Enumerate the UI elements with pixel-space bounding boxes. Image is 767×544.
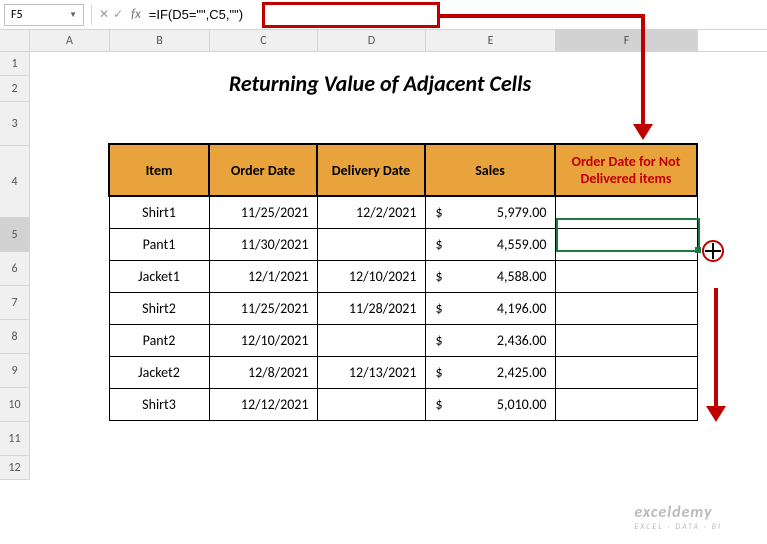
cell-sales[interactable]: $2,436.00	[425, 324, 555, 356]
cell-result[interactable]	[555, 260, 697, 292]
row-header-4[interactable]: 4	[0, 146, 30, 218]
data-table: Item Order Date Delivery Date Sales Orde…	[108, 143, 698, 421]
col-header-E[interactable]: E	[426, 30, 556, 51]
row-header-6[interactable]: 6	[0, 252, 30, 286]
row-header-12[interactable]: 12	[0, 456, 30, 480]
header-order-date[interactable]: Order Date	[209, 144, 317, 196]
header-sales[interactable]: Sales	[425, 144, 555, 196]
cell-order-date[interactable]: 12/1/2021	[209, 260, 317, 292]
cell-sales[interactable]: $5,979.00	[425, 196, 555, 228]
cell-delivery-date[interactable]	[317, 388, 425, 420]
table-row: Pant212/10/2021 $2,436.00	[109, 324, 697, 356]
cell-order-date[interactable]: 11/25/2021	[209, 292, 317, 324]
row-header-10[interactable]: 10	[0, 388, 30, 422]
row-header-1[interactable]: 1	[0, 52, 30, 76]
row-header-7[interactable]: 7	[0, 286, 30, 320]
cell-item[interactable]: Shirt1	[109, 196, 209, 228]
spreadsheet-grid: ABCDEF 123456789101112 Returning Value o…	[0, 30, 767, 52]
cancel-icon[interactable]: ✕	[99, 7, 109, 22]
row-header-3[interactable]: 3	[0, 102, 30, 146]
cell-result[interactable]	[555, 388, 697, 420]
cell-delivery-date[interactable]: 11/28/2021	[317, 292, 425, 324]
col-header-C[interactable]: C	[210, 30, 318, 51]
cell-item[interactable]: Shirt2	[109, 292, 209, 324]
cell-item[interactable]: Pant2	[109, 324, 209, 356]
cell-result[interactable]	[555, 196, 697, 228]
header-result[interactable]: Order Date for Not Delivered items	[555, 144, 697, 196]
row-header-8[interactable]: 8	[0, 320, 30, 354]
cell-order-date[interactable]: 12/10/2021	[209, 324, 317, 356]
cell-sales[interactable]: $4,196.00	[425, 292, 555, 324]
cell-sales[interactable]: $5,010.00	[425, 388, 555, 420]
cell-sales[interactable]: $4,588.00	[425, 260, 555, 292]
cell-delivery-date[interactable]: 12/2/2021	[317, 196, 425, 228]
column-headers: ABCDEF	[0, 30, 767, 52]
header-delivery-date[interactable]: Delivery Date	[317, 144, 425, 196]
cell-item[interactable]: Pant1	[109, 228, 209, 260]
table-row: Jacket212/8/202112/13/2021$2,425.00	[109, 356, 697, 388]
col-header-A[interactable]: A	[30, 30, 110, 51]
name-box[interactable]: F5 ▼	[4, 4, 84, 26]
cell-result[interactable]	[555, 356, 697, 388]
cell-delivery-date[interactable]: 12/10/2021	[317, 260, 425, 292]
chevron-down-icon[interactable]: ▼	[69, 10, 77, 20]
crosshair-cursor	[702, 240, 726, 264]
divider	[91, 5, 92, 25]
cell-order-date[interactable]: 11/30/2021	[209, 228, 317, 260]
cell-item[interactable]: Jacket2	[109, 356, 209, 388]
cell-delivery-date[interactable]	[317, 324, 425, 356]
row-header-11[interactable]: 11	[0, 422, 30, 456]
cell-result[interactable]	[555, 228, 697, 260]
formula-bar-icons: ✕ ✓	[95, 7, 127, 22]
row-header-9[interactable]: 9	[0, 354, 30, 388]
cell-order-date[interactable]: 12/8/2021	[209, 356, 317, 388]
cell-order-date[interactable]: 12/12/2021	[209, 388, 317, 420]
select-all-corner[interactable]	[0, 30, 30, 51]
cell-sales[interactable]: $4,559.00	[425, 228, 555, 260]
table-row: Shirt111/25/202112/2/2021$5,979.00	[109, 196, 697, 228]
col-header-F[interactable]: F	[556, 30, 698, 51]
header-item[interactable]: Item	[109, 144, 209, 196]
cell-result[interactable]	[555, 324, 697, 356]
cell-order-date[interactable]: 11/25/2021	[209, 196, 317, 228]
fx-icon[interactable]: fx	[131, 7, 141, 22]
watermark: exceldemy EXCEL · DATA · BI	[634, 503, 722, 532]
cell-item[interactable]: Jacket1	[109, 260, 209, 292]
name-box-value: F5	[11, 8, 23, 22]
cell-result[interactable]	[555, 292, 697, 324]
cell-delivery-date[interactable]: 12/13/2021	[317, 356, 425, 388]
row-header-5[interactable]: 5	[0, 218, 30, 252]
cell-item[interactable]: Shirt3	[109, 388, 209, 420]
cell-delivery-date[interactable]	[317, 228, 425, 260]
col-header-B[interactable]: B	[110, 30, 210, 51]
accept-icon[interactable]: ✓	[113, 7, 123, 22]
table-row: Shirt312/12/2021 $5,010.00	[109, 388, 697, 420]
table-row: Jacket112/1/202112/10/2021$4,588.00	[109, 260, 697, 292]
formula-bar: F5 ▼ ✕ ✓ fx	[0, 0, 767, 30]
cell-sales[interactable]: $2,425.00	[425, 356, 555, 388]
row-header-2[interactable]: 2	[0, 76, 30, 102]
row-headers: 123456789101112	[0, 52, 30, 480]
table-row: Shirt211/25/202111/28/2021$4,196.00	[109, 292, 697, 324]
table-row: Pant111/30/2021 $4,559.00	[109, 228, 697, 260]
page-title: Returning Value of Adjacent Cells	[30, 70, 730, 97]
col-header-D[interactable]: D	[318, 30, 426, 51]
crosshair-ring	[702, 240, 724, 262]
